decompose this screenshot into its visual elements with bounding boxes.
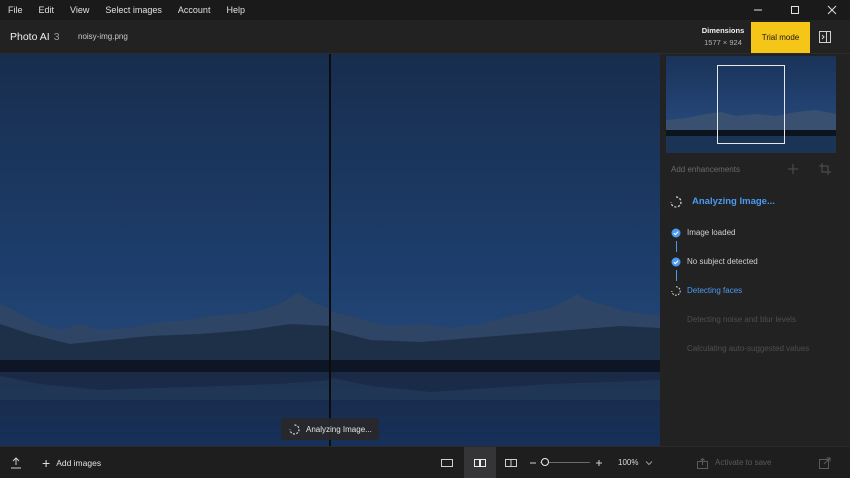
split-view-button[interactable] [503, 455, 519, 471]
step-connector [675, 270, 677, 281]
trial-mode-button[interactable]: Trial mode [751, 22, 810, 53]
menu-file[interactable]: File [0, 0, 31, 20]
zoom-out-icon [530, 462, 536, 464]
dimensions-label: Dimensions [701, 26, 745, 35]
window-controls [739, 0, 850, 20]
export-button[interactable] [8, 455, 24, 471]
right-panel: Add enhancements Analyzing Image... Imag… [660, 54, 850, 446]
add-enhancements-label: Add enhancements [671, 165, 740, 174]
image-canvas[interactable]: Analyzing Image... [0, 54, 660, 446]
step-image-loaded: Image loaded [687, 228, 736, 237]
menu-view[interactable]: View [62, 0, 97, 20]
side-by-side-icon [474, 459, 486, 467]
menu-help[interactable]: Help [218, 0, 253, 20]
check-circle-icon [671, 257, 681, 267]
menu-account[interactable]: Account [170, 0, 219, 20]
crop-icon[interactable] [818, 162, 832, 176]
bottom-toolbar: + Add images 100% Activate to save [0, 446, 850, 478]
app-title: Photo AI 3 [10, 20, 60, 54]
zoom-slider-handle[interactable] [541, 458, 549, 466]
panel-toggle-button[interactable] [815, 28, 835, 46]
zoom-in-button[interactable] [591, 455, 607, 471]
zoom-out-button[interactable] [525, 455, 541, 471]
zoom-in-icon [596, 460, 602, 466]
sidebar-toggle-icon [819, 31, 831, 43]
navigator-viewport-frame[interactable] [717, 65, 785, 144]
original-image [0, 54, 329, 446]
analyzing-toast-text: Analyzing Image... [306, 424, 372, 434]
add-enhancement-plus-icon[interactable] [786, 162, 800, 176]
check-circle-icon [671, 228, 681, 238]
step-connector [675, 241, 677, 252]
analyzing-title: Analyzing Image... [692, 196, 775, 207]
enhanced-image [331, 54, 660, 446]
zoom-dropdown-button[interactable] [641, 455, 657, 471]
activate-to-save-label: Activate to save [715, 458, 772, 467]
side-by-side-view-button[interactable] [464, 447, 496, 478]
original-image-pane [0, 54, 329, 446]
enhanced-image-pane [331, 54, 660, 446]
dimensions-value: 1577 × 924 [704, 38, 742, 47]
minimize-icon [753, 9, 762, 11]
add-images-label: Add images [56, 458, 102, 468]
menu-edit[interactable]: Edit [31, 0, 63, 20]
close-button[interactable] [813, 0, 850, 20]
chevron-down-icon [645, 461, 653, 466]
loading-spinner-icon [671, 286, 681, 296]
save-upload-icon [697, 457, 708, 469]
export-share-button[interactable] [817, 455, 833, 471]
minimize-button[interactable] [739, 0, 776, 20]
app-version: 3 [53, 31, 60, 43]
add-images-button[interactable]: + Add images [42, 447, 101, 478]
file-name: noisy-img.png [78, 32, 128, 41]
analyzing-spinner-icon [670, 196, 682, 208]
maximize-icon [790, 6, 799, 14]
split-view-icon [505, 459, 517, 467]
share-icon [819, 457, 831, 469]
menu-bar: File Edit View Select images Account Hel… [0, 0, 850, 20]
loading-spinner-icon [289, 423, 300, 435]
step-no-subject-detected: No subject detected [687, 257, 758, 266]
dimensions-info: Dimensions 1577 × 924 [700, 26, 746, 47]
navigator-thumbnail[interactable] [666, 56, 836, 153]
single-view-button[interactable] [439, 455, 455, 471]
zoom-value: 100% [618, 458, 639, 467]
close-icon [827, 5, 836, 15]
step-detecting-faces: Detecting faces [687, 286, 743, 295]
upload-icon [11, 457, 21, 469]
app-name: Photo AI [10, 31, 50, 43]
maximize-button[interactable] [776, 0, 813, 20]
app-header: Photo AI 3 noisy-img.png Dimensions 1577 … [0, 20, 850, 54]
step-detecting-noise-blur: Detecting noise and blur levels [687, 315, 796, 324]
activate-to-save-button[interactable]: Activate to save [697, 447, 771, 478]
plus-icon: + [42, 455, 51, 471]
single-view-icon [441, 459, 453, 467]
analyzing-toast: Analyzing Image... [281, 418, 379, 440]
step-calculating-values: Calculating auto-suggested values [687, 344, 810, 353]
menu-select-images[interactable]: Select images [97, 0, 170, 20]
